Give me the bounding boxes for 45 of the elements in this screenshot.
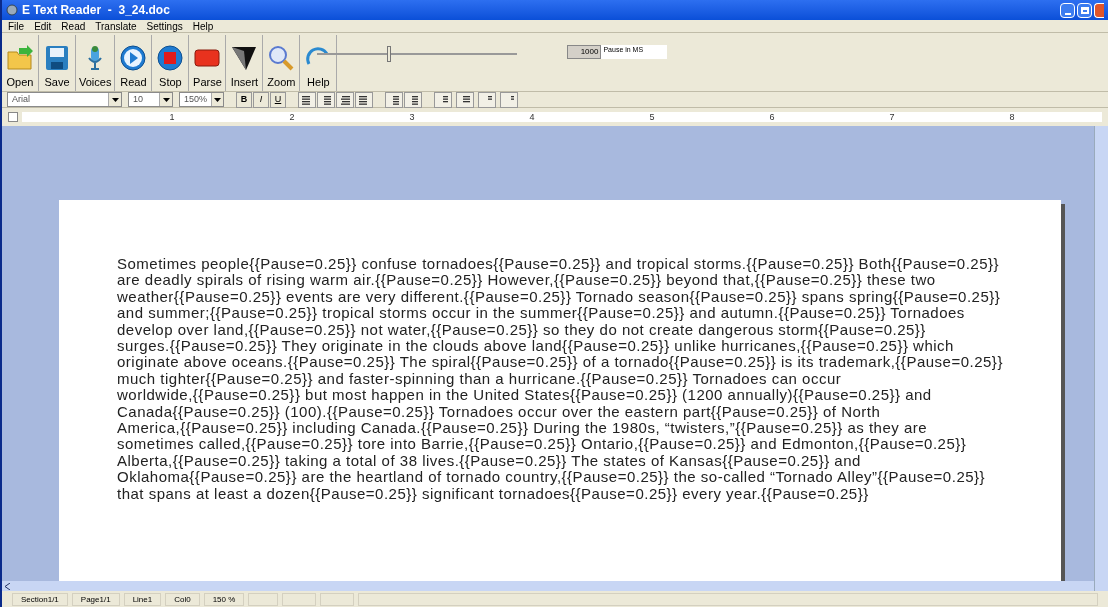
toolbar-button[interactable]: Stop: [152, 35, 190, 91]
close-button[interactable]: [1094, 2, 1104, 18]
format-button[interactable]: U: [270, 91, 286, 108]
font-dropdown[interactable]: Arial: [7, 92, 122, 107]
menu-item[interactable]: Edit: [34, 18, 52, 34]
toolbar-button[interactable]: Parse: [189, 35, 227, 91]
folder-icon: [5, 43, 35, 72]
slider-track[interactable]: [317, 45, 518, 63]
pause-input[interactable]: 1000: [567, 45, 602, 59]
status-panel: Col0: [165, 592, 200, 606]
status-panel: Section1/1: [12, 592, 68, 606]
minimize-button[interactable]: [1060, 2, 1075, 18]
font-size-dropdown[interactable]: 10: [128, 92, 173, 107]
toolbar-button[interactable]: Open: [2, 35, 39, 91]
format-button[interactable]: I: [253, 91, 269, 108]
horizontal-scrollbar[interactable]: [2, 581, 1094, 591]
status-panel: 150 %: [203, 592, 245, 606]
status-panel: [282, 592, 317, 606]
toolbar-button[interactable]: Zoom: [263, 35, 301, 91]
document-text: Sometimes people{{Pause=0.25}} confuse tornadoes{{Pause=0.25}} and tropical storms.{{Pause=0.25}} Both{{Pause=0.25}} are deadly spirals of rising warm air.{{Pause=0.25}} However,{{Pause=0.25}} beyond that,{{Pause=0.25}} these two weather{{Pause=0.25}} events are very different.{{Pause=0.25}} Tornado season{{Pause=0.25}} spans spring{{Pause=0.25}} and summer;{{Pause=0.25}} tropical storms occur in the summer{{Pause=0.25}} and autumn.{{Pause=0.25}} Tornadoes develop over land,{{Pause=0.25}} not water,{{Pause=0.25}} so they do not create dangerous storm{{Pause=0.25}} surges.{{Pause=0.25}} They originate in the clouds above land{{Pause=0.25}} unlike hurricanes,{{Pause=0.25}} which originate above oceans.{{Pause=0.25}} The spiral{{Pause=0.25}} of a tornado{{Pause=0.25}} is its trademark,{{Pause=0.25}} much tighter{{Pause=0.25}} and faster-spinning than a hurricane.{{Pause=0.25}} Tornadoes can occur worldwide,{{Pause=0.25}} but most happen in the United States{{Pause=0.25}} (1200 annually){{Pause=0.25}} and Canada{{Pause=0.25}} (100).{{Pause=0.25}} Tornadoes occur over the eastern part{{Pause=0.25}} of North America,{{Pause=0.25}} including Canada.{{Pause=0.25}} During the 1980s, “twisters,”{{Pause=0.25}} as they are sometimes called,{{Pause=0.25}} tore into Barrie,{{Pause=0.25}} Ontario,{{Pause=0.25}} and Edmonton,{{Pause=0.25}} Alberta,{{Pause=0.25}} taking a total of 38 lives.{{Pause=0.25}} The states of Kansas{{Pause=0.25}} and Oklahoma{{Pause=0.25}} are the heartland of tornado country,{{Pause=0.25}} the so-called “Tornado Alley”{{Pause=0.25}} that spans at least a dozen{{Pause=0.25}} significant tornadoes{{Pause=0.25}} every year.{{Pause=0.25}}: [117, 256, 1004, 503]
format-button[interactable]: B: [236, 91, 252, 108]
stop-icon: [155, 43, 186, 72]
toolbar-button[interactable]: Read: [115, 35, 153, 91]
window-title: E Text Reader - 3_24.doc: [22, 2, 171, 19]
slider-thumb[interactable]: [387, 46, 392, 62]
scroll-left-icon[interactable]: [2, 581, 12, 591]
toolbar-button[interactable]: Insert: [226, 35, 264, 91]
zoom-dropdown[interactable]: 150%: [179, 92, 224, 107]
app-icon: [6, 4, 18, 16]
play-icon: [118, 43, 149, 72]
menu-item[interactable]: Read: [61, 18, 86, 34]
menu-item[interactable]: File: [8, 18, 25, 34]
vertical-scrollbar[interactable]: [1094, 126, 1108, 591]
maximize-button[interactable]: [1077, 2, 1092, 18]
menu-item[interactable]: Help: [192, 18, 214, 34]
toolbar-button[interactable]: Voices: [76, 35, 116, 91]
menu-item[interactable]: Settings: [146, 18, 183, 34]
status-panel: Line1: [123, 592, 162, 606]
ruler: 1 2 3 4 5 6 7 8: [22, 112, 1102, 122]
tab-stop-icon[interactable]: [8, 112, 18, 122]
menu-item[interactable]: Translate: [95, 18, 137, 34]
status-panel: [248, 592, 279, 606]
status-panel: Page1/1: [71, 592, 120, 606]
status-panel: [320, 592, 355, 606]
toolbar-button[interactable]: Save: [39, 35, 76, 91]
